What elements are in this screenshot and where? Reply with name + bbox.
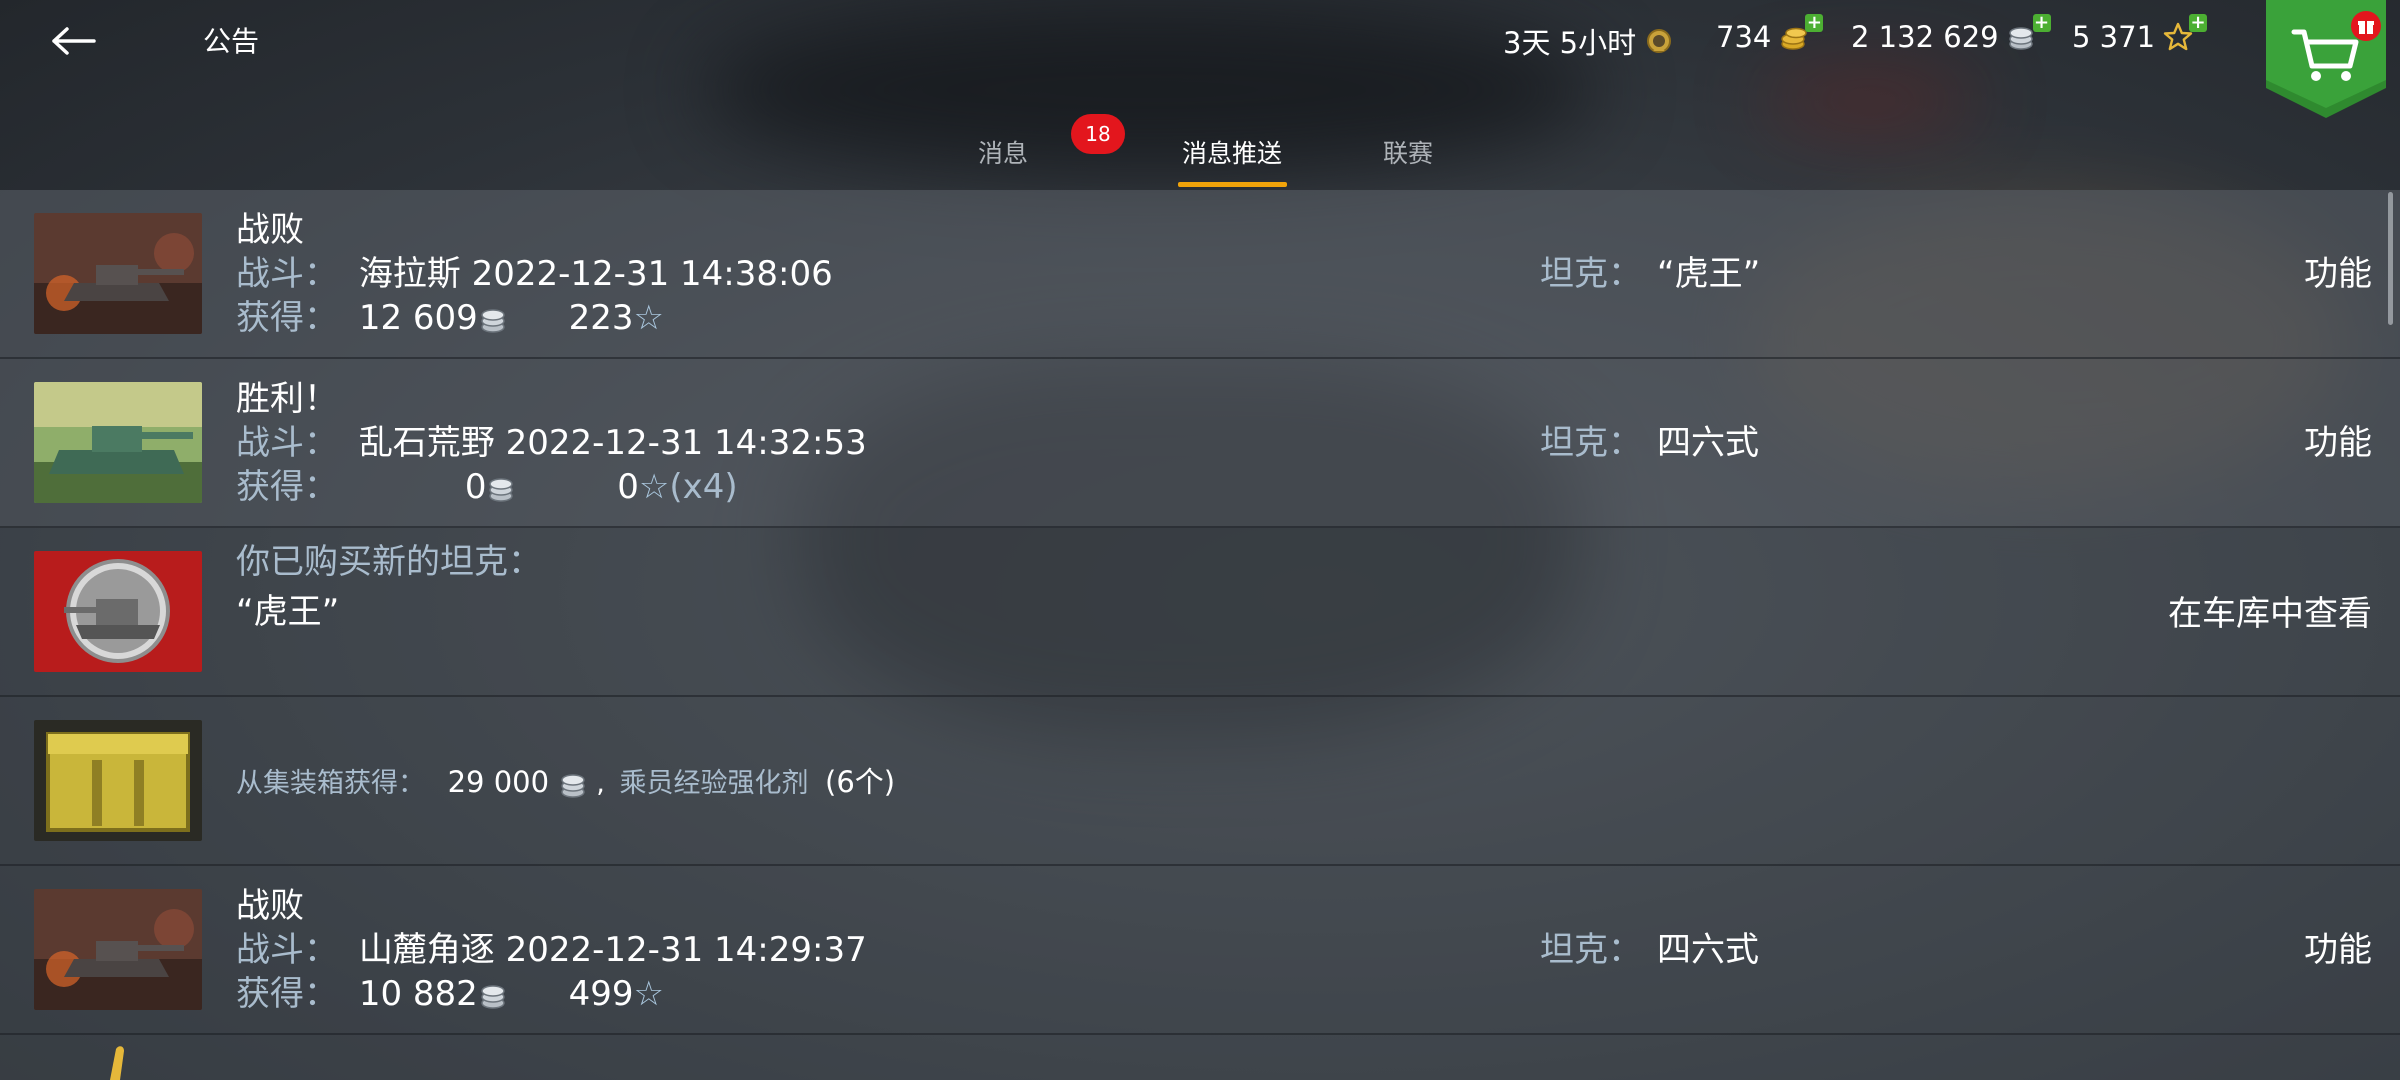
message-title: 战败 [236,210,304,250]
premium-timer[interactable]: 3天 5小时 [1503,20,1674,62]
battle-label: 战斗： [236,930,338,970]
list-item[interactable]: 战败 战斗： 山麓角逐 2022-12-31 14:29:37 获得： 10 8… [0,866,2400,1035]
list-item-partial[interactable] [0,1035,2400,1080]
back-button[interactable] [44,16,104,66]
add-free-xp-button[interactable]: + [2189,14,2208,32]
battle-info: 山麓角逐 2022-12-31 14:29:37 [358,930,867,970]
message-list[interactable]: 战败 战斗： 海拉斯 2022-12-31 14:38:06 获得： 12 60… [0,190,2400,1080]
list-item[interactable]: 胜利！ 战斗： 乱石荒野 2022-12-31 14:32:53 获得： 0 0… [0,359,2400,528]
earned-credits: 10 882 [358,974,478,1014]
star-icon: ☆ [633,974,664,1014]
function-button[interactable]: 功能 [2304,415,2372,464]
rank-medal-icon [1647,29,1672,53]
separator: , [596,768,605,799]
arrow-left-icon [52,27,96,55]
premium-timer-value: 3天 5小时 [1503,26,1637,60]
list-item[interactable]: 从集装箱获得： 29 000 , 乘员经验强化剂 (6个) [0,697,2400,866]
battle-info: 乱石荒野 2022-12-31 14:32:53 [358,423,867,463]
view-in-garage-button[interactable]: 在车库中查看 [2168,586,2372,635]
battle-defeat-thumbnail [34,213,202,334]
earned-label: 获得： [236,467,338,507]
tab-messages[interactable]: 消息 [978,134,1028,170]
tank-purchase-thumbnail [34,551,202,672]
container-thumbnail [34,720,202,841]
gift-icon [2351,11,2381,41]
gold-value: 734 [1716,20,1772,54]
free-xp-balance[interactable]: 5 371 + [2072,14,2208,54]
battle-defeat-thumbnail [34,889,202,1010]
credits-value: 2 132 629 [1851,20,1999,54]
medal-icon [110,1046,124,1080]
tank-name: 四六式 [1657,423,1759,463]
container-item-name: 乘员经验强化剂 [619,768,809,799]
tab-bar: 消息 消息推送 联赛 [0,110,2400,190]
add-gold-button[interactable]: + [1805,14,1824,32]
earned-xp: 0 [617,467,639,507]
silver-coins-icon [481,308,505,333]
active-tab-indicator [1178,182,1287,187]
credits-balance[interactable]: 2 132 629 + [1851,14,2051,54]
silver-coins-icon [481,984,505,1009]
earned-credits: 12 609 [358,298,478,338]
add-credits-button[interactable]: + [2032,14,2051,32]
purchase-title: 你已购买新的坦克： [236,542,542,582]
earned-credits: 0 [464,467,487,507]
tank-label: 坦克： [1540,254,1642,294]
message-title: 胜利！ [236,379,338,419]
tank-label: 坦克： [1540,423,1642,463]
battle-label: 战斗： [236,423,338,463]
xp-multiplier: (x4) [669,467,738,507]
battle-victory-thumbnail [34,382,202,503]
function-button[interactable]: 功能 [2304,922,2372,971]
star-icon: ☆ [633,298,664,338]
earned-label: 获得： [236,974,338,1014]
list-item[interactable]: 战败 战斗： 海拉斯 2022-12-31 14:38:06 获得： 12 60… [0,190,2400,359]
earned-xp: 499 [568,974,634,1014]
silver-coins-icon [489,477,514,502]
star-icon: ☆ [638,467,670,507]
gold-balance[interactable]: 734 + [1716,14,1824,54]
earned-xp: 223 [568,298,634,338]
purchased-tank-name: “虎王” [236,592,340,632]
list-scrollbar[interactable] [2388,192,2393,325]
container-credits: 29 000 [447,765,550,799]
message-title: 战败 [236,886,304,926]
list-item[interactable]: 你已购买新的坦克： “虎王” 在车库中查看 [0,528,2400,697]
unread-count-badge: 18 [1071,114,1125,154]
battle-label: 战斗： [236,254,338,294]
tank-name: “虎王” [1657,254,1761,294]
tab-push-messages[interactable]: 消息推送 [1182,134,1282,170]
top-bar: 公告 3天 5小时 734 + 2 132 629 + 5 371 + [0,0,2400,118]
page-title: 公告 [203,25,260,58]
container-source-label: 从集装箱获得： [236,768,425,799]
tab-league[interactable]: 联赛 [1383,134,1433,170]
function-button[interactable]: 功能 [2304,246,2372,295]
earned-label: 获得： [236,298,338,338]
tank-label: 坦克： [1540,930,1642,970]
battle-info: 海拉斯 2022-12-31 14:38:06 [358,254,833,294]
shop-button[interactable] [2266,0,2386,118]
silver-coins-icon [560,773,585,798]
container-item-count: (6个) [825,765,896,799]
free-xp-value: 5 371 [2072,20,2156,54]
tank-name: 四六式 [1657,930,1759,970]
